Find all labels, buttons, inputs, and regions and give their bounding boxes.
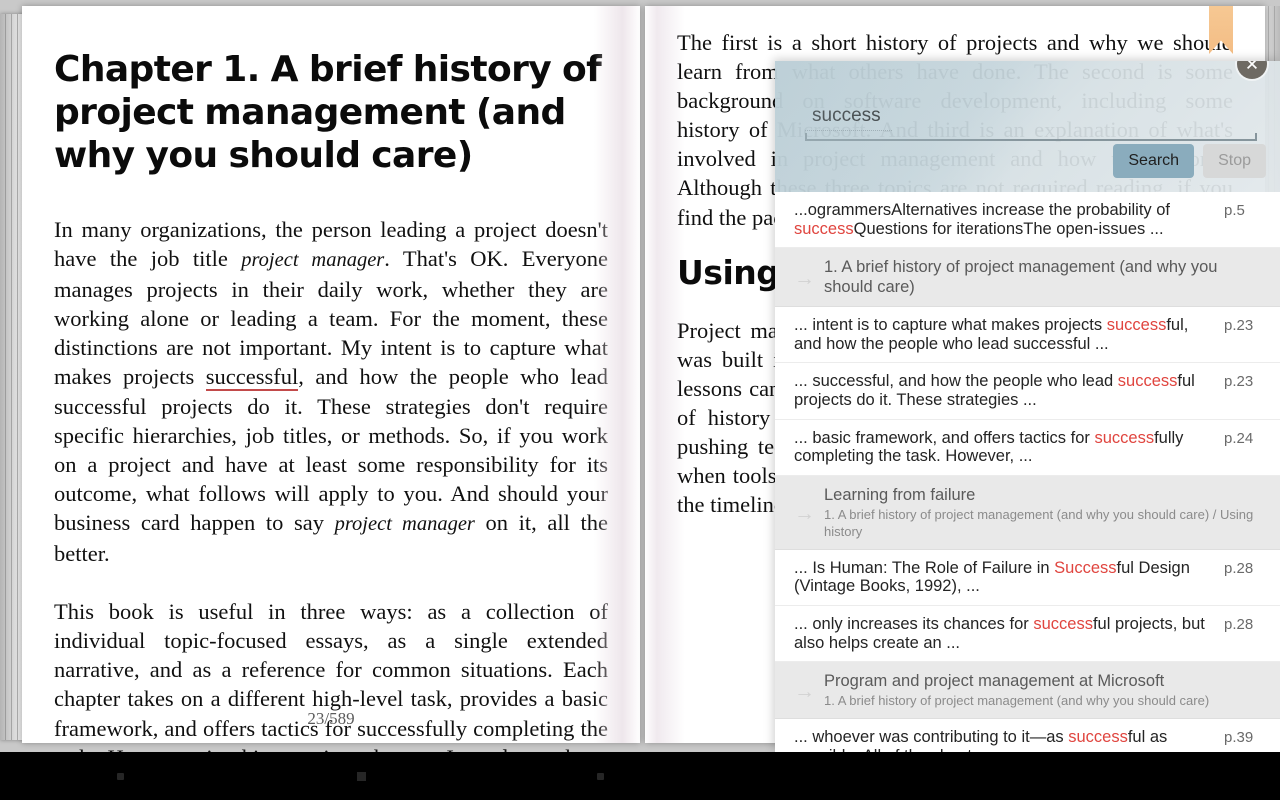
section-body: Program and project management at Micros… — [824, 671, 1266, 709]
search-result-section[interactable]: → Program and project management at Micro… — [775, 662, 1280, 720]
snippet-prefix: ... whoever was contributing to it—as — [794, 728, 1069, 747]
snippet-text: ... successful, and how the people who l… — [794, 372, 1224, 409]
home-icon[interactable] — [357, 772, 366, 781]
snippet-suffix: Questions for iterationsThe open-issues … — [853, 219, 1164, 238]
snippet-highlight: success — [1033, 614, 1093, 633]
snippet-prefix: ... Is Human: The Role of Failure in — [794, 558, 1055, 577]
page-left-content: Chapter 1. A brief history of project ma… — [22, 6, 640, 752]
search-button[interactable]: Search — [1113, 144, 1195, 178]
search-result-snippet[interactable]: ... only increases its chances for succe… — [775, 605, 1280, 663]
section-title: 1. A brief history of project management… — [824, 258, 1218, 297]
search-input-underline — [805, 133, 1257, 141]
arrow-right-icon: → — [794, 679, 815, 703]
snippet-text: ... intent is to capture what makes proj… — [794, 316, 1224, 353]
snippet-prefix: ... basic framework, and offers tactics … — [794, 428, 1095, 447]
section-title: Program and project management at Micros… — [824, 672, 1165, 691]
section-title: Learning from failure — [824, 485, 976, 504]
search-result-snippet[interactable]: ... intent is to capture what makes proj… — [775, 307, 1280, 364]
page-indicator: 23/589 — [307, 709, 355, 728]
back-icon[interactable] — [117, 773, 124, 780]
screen: Chapter 1. A brief history of project ma… — [0, 0, 1280, 800]
search-results-list[interactable]: ...ogrammersAlternatives increase the pr… — [775, 192, 1280, 752]
snippet-prefix: ... successful, and how the people who l… — [794, 372, 1118, 391]
section-breadcrumb: 1. A brief history of project management… — [824, 693, 1210, 709]
section-breadcrumb: 1. A brief history of project management… — [824, 506, 1254, 539]
paragraph-one-italic-two: project manager — [334, 512, 475, 535]
search-result-section[interactable]: → Learning from failure 1. A brief history… — [775, 475, 1280, 550]
snippet-text: ... only increases its chances for succe… — [794, 615, 1224, 652]
search-highlight-successful: successful — [205, 364, 299, 392]
snippet-highlight: success — [1094, 428, 1155, 447]
snippet-highlight: success — [1106, 316, 1167, 335]
search-result-snippet[interactable]: ... whoever was contributing to it—as su… — [775, 719, 1280, 752]
snippet-text: ...ogrammersAlternatives increase the pr… — [794, 201, 1224, 238]
section-body: Learning from failure 1. A brief history … — [824, 485, 1266, 540]
search-result-snippet[interactable]: ... basic framework, and offers tactics … — [775, 419, 1280, 476]
search-result-section[interactable]: → 1. A brief history of project managemen… — [775, 248, 1280, 308]
snippet-page-number: p.23 — [1224, 373, 1254, 391]
snippet-highlight: success — [794, 219, 854, 238]
snippet-page-number: p.23 — [1224, 317, 1254, 335]
search-dialog-header: success Search Stop — [775, 61, 1280, 192]
system-navigation-bar — [0, 752, 1280, 800]
close-icon[interactable] — [1237, 61, 1267, 79]
snippet-page-number: p.28 — [1224, 615, 1254, 633]
search-dialog[interactable]: success Search Stop ...ogrammersAlternat… — [775, 61, 1280, 752]
snippet-page-number: p.28 — [1224, 559, 1254, 577]
paragraph-one: In many organizations, the person leadin… — [54, 215, 608, 568]
section-body: 1. A brief history of project management… — [824, 257, 1266, 297]
search-result-snippet[interactable]: ... successful, and how the people who l… — [775, 363, 1280, 420]
snippet-text: ... basic framework, and offers tactics … — [794, 429, 1224, 466]
search-result-snippet[interactable]: ...ogrammersAlternatives increase the pr… — [775, 192, 1280, 249]
snippet-text: ... Is Human: The Role of Failure in Suc… — [794, 559, 1224, 596]
stop-button[interactable]: Stop — [1203, 144, 1266, 178]
snippet-prefix: ...ogrammersAlternatives increase the pr… — [794, 201, 1171, 219]
page-title: Chapter 1. A brief history of project ma… — [54, 49, 602, 176]
search-dialog-buttons: Search Stop — [1113, 144, 1266, 178]
snippet-prefix: ... only increases its chances for — [794, 614, 1034, 633]
book-page-left[interactable]: Chapter 1. A brief history of project ma… — [22, 6, 640, 752]
search-input[interactable]: success — [805, 105, 1257, 141]
arrow-right-icon: → — [794, 266, 815, 290]
paragraph-one-italic-one: project manager — [241, 249, 385, 272]
snippet-page-number: p.5 — [1224, 202, 1245, 219]
snippet-text: ... whoever was contributing to it—as su… — [794, 728, 1224, 752]
snippet-page-number: p.39 — [1224, 729, 1254, 747]
search-result-snippet[interactable]: ... Is Human: The Role of Failure in Suc… — [775, 549, 1280, 606]
arrow-right-icon: → — [794, 501, 815, 525]
snippet-prefix: ... intent is to capture what makes proj… — [794, 316, 1107, 335]
snippet-page-number: p.24 — [1224, 429, 1254, 447]
snippet-highlight: success — [1068, 728, 1128, 747]
snippet-highlight: Success — [1054, 558, 1117, 577]
snippet-highlight: success — [1117, 372, 1178, 391]
recents-icon[interactable] — [597, 773, 604, 780]
search-input-value[interactable]: success — [805, 105, 892, 131]
